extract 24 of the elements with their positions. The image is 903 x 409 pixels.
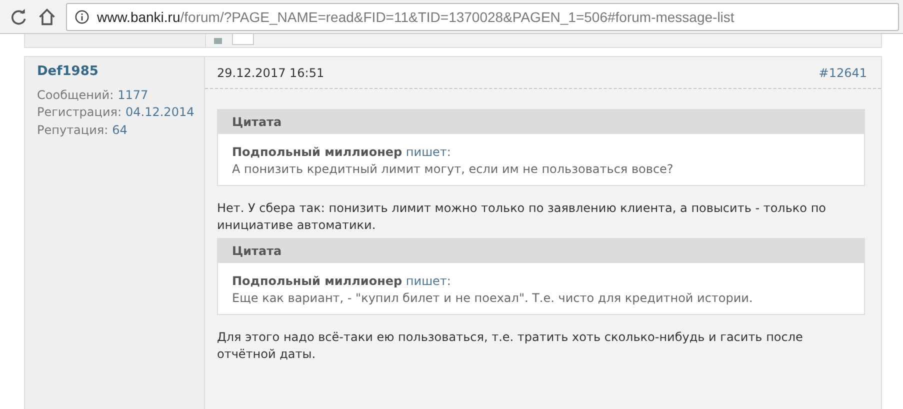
quote-author: Подпольный миллионер (232, 274, 402, 288)
quote-text: Еще как вариант, - "купил билет и не поехал". Т.е. чисто для кредитной истории. (232, 290, 754, 307)
stat-value: 64 (112, 122, 128, 136)
address-bar[interactable]: www.banki.ru/forum/?PAGE_NAME=read&FID=11&TID=1370028&PAGEN_1=506#forum-message-list (66, 2, 899, 30)
stat-label: Регистрация: (37, 105, 122, 119)
info-icon[interactable] (75, 10, 89, 24)
small-icon (214, 38, 222, 44)
quote-writes-link[interactable]: пишет: (406, 274, 451, 288)
post-text: Нет. У сбера так: понизить лимит можно только по заявлению клиента, а повысить - только по инициативе автоматики. (217, 200, 828, 234)
post-text: Для этого надо всё-таки ею пользоваться, т.е. тратить хоть сколько-нибудь и гасить после отчётной даты. (217, 329, 804, 363)
stat-value: 04.12.2014 (126, 105, 194, 119)
stat-label: Сообщений: (37, 88, 114, 102)
author-name[interactable]: Def1985 (37, 63, 192, 80)
stat-label: Репутация: (37, 122, 108, 136)
stat-value: 1177 (118, 88, 148, 102)
home-icon[interactable] (38, 8, 56, 26)
quote-text: А понизить кредитный лимит могут, если им не пользоваться вовсе? (232, 161, 674, 178)
quote-title: Цитата (218, 239, 864, 263)
post-date: 29.12.2017 16:51 (217, 66, 324, 80)
reload-icon[interactable] (10, 8, 28, 26)
post-number-link[interactable]: #12641 (818, 66, 867, 80)
quote-writes-link[interactable]: пишет: (406, 145, 451, 159)
quote-title: Цитата (218, 110, 864, 134)
quote-author: Подпольный миллионер (232, 145, 402, 159)
